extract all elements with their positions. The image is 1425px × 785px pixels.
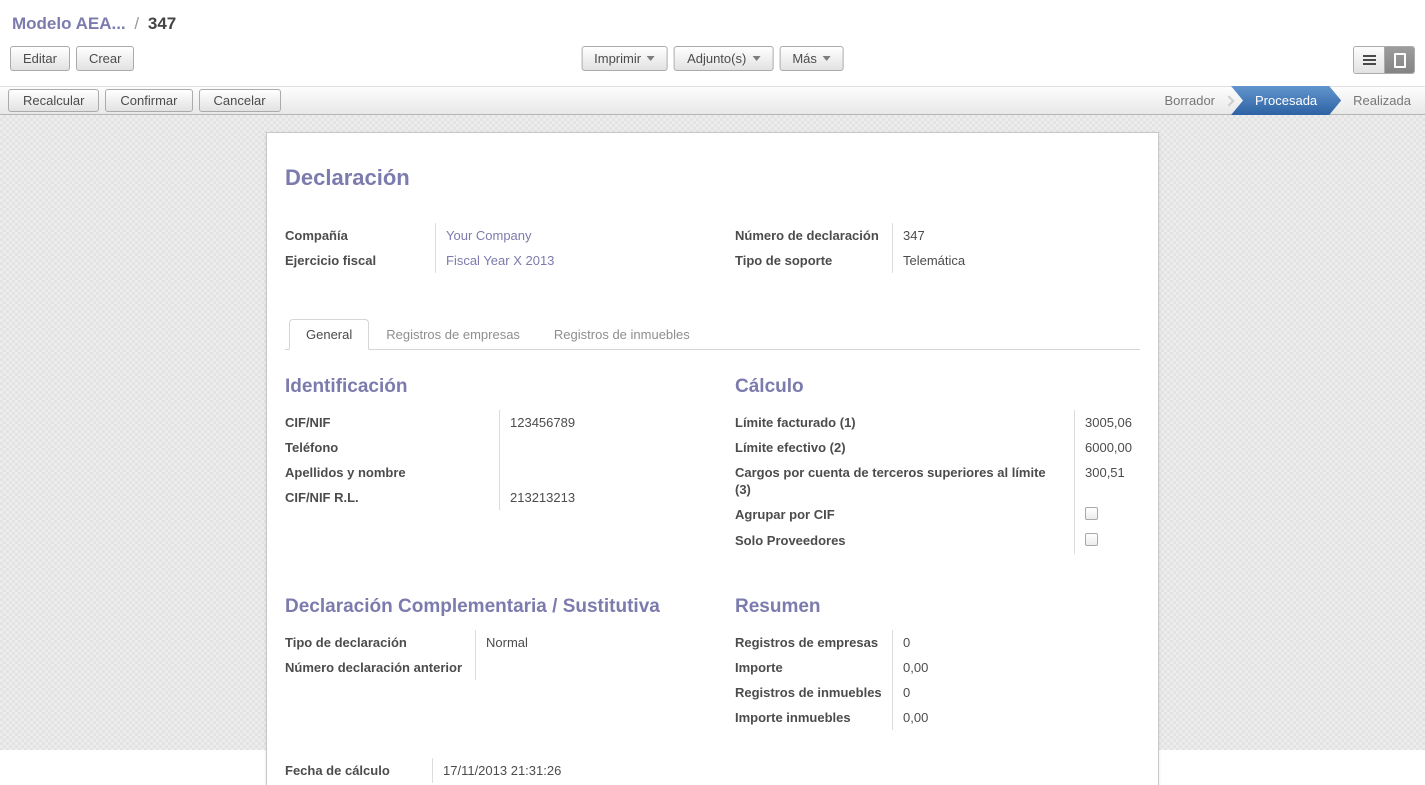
chevron-down-icon (752, 56, 760, 61)
limite-efectivo-value: 6000,00 (1074, 435, 1140, 460)
field-label-cargos-terceros: Cargos por cuenta de terceros superiores… (735, 460, 1074, 502)
tab-pane-general: Identificación CIF/NIF 123456789 Teléfon… (285, 350, 1140, 783)
page-title: Declaración (285, 165, 1140, 191)
screen: Modelo AEA... / 347 Editar Crear Imprimi… (0, 0, 1425, 750)
attachments-label: Adjunto(s) (687, 51, 746, 66)
confirm-button[interactable]: Confirmar (105, 89, 192, 112)
section-row-1: Identificación CIF/NIF 123456789 Teléfon… (285, 376, 1140, 554)
attachments-dropdown-button[interactable]: Adjunto(s) (674, 46, 773, 71)
agrupar-por-cif-checkbox[interactable] (1085, 507, 1098, 520)
field-label-limite-efectivo: Límite efectivo (2) (735, 435, 1074, 460)
field-label-numero-declaracion: Número de declaración (735, 223, 892, 248)
form-view-background: Declaración Compañía Your Company Ejerci… (0, 115, 1425, 750)
section-resumen: Resumen Registros de empresas 0 Importe … (735, 596, 1140, 730)
section-title-complementaria: Declaración Complementaria / Sustitutiva (285, 596, 723, 618)
form-view-icon (1394, 53, 1406, 68)
field-label-importe: Importe (735, 655, 892, 680)
form-sheet: Declaración Compañía Your Company Ejerci… (266, 132, 1159, 785)
field-label-registros-inmuebles: Registros de inmuebles (735, 680, 892, 705)
field-label-fecha-calculo: Fecha de cálculo (285, 758, 432, 783)
field-label-telefono: Teléfono (285, 435, 499, 460)
sidebar-buttons: Imprimir Adjunto(s) Más (581, 46, 844, 71)
cancel-button[interactable]: Cancelar (199, 89, 281, 112)
declaration-number-value: 347 (892, 223, 1140, 248)
record-buttons: Editar Crear (10, 46, 134, 71)
registros-inmuebles-value: 0 (892, 680, 1140, 705)
section-identificacion: Identificación CIF/NIF 123456789 Teléfon… (285, 376, 723, 554)
tipo-declaracion-value: Normal (475, 630, 723, 655)
list-view-icon (1363, 55, 1376, 65)
view-switcher (1353, 46, 1415, 74)
cif-nif-rl-value: 213213213 (499, 485, 723, 510)
field-label-registros-empresas: Registros de empresas (735, 630, 892, 655)
breadcrumb-parent-link[interactable]: Modelo AEA... (12, 14, 126, 33)
print-dropdown-button[interactable]: Imprimir (581, 46, 668, 71)
tab-registros-de-empresas[interactable]: Registros de empresas (369, 319, 537, 350)
field-label-ejercicio-fiscal: Ejercicio fiscal (285, 248, 435, 273)
breadcrumb: Modelo AEA... / 347 (10, 10, 1415, 46)
print-label: Imprimir (594, 51, 641, 66)
more-label: Más (792, 51, 817, 66)
section-title-calculo: Cálculo (735, 376, 1140, 398)
field-label-importe-inmuebles: Importe inmuebles (735, 705, 892, 730)
breadcrumb-separator: / (130, 14, 143, 33)
cif-nif-value: 123456789 (499, 410, 723, 435)
chevron-down-icon (823, 56, 831, 61)
form-statusbar-row: Recalcular Confirmar Cancelar Borrador P… (0, 86, 1425, 115)
tab-general[interactable]: General (289, 319, 369, 350)
chevron-down-icon (647, 56, 655, 61)
field-label-compania: Compañía (285, 223, 435, 248)
fiscal-year-link[interactable]: Fiscal Year X 2013 (446, 253, 554, 268)
registros-empresas-value: 0 (892, 630, 1140, 655)
support-type-value: Telemática (892, 248, 1140, 273)
limite-facturado-value: 3005,06 (1074, 410, 1140, 435)
solo-proveedores-checkbox[interactable] (1085, 533, 1098, 546)
apellidos-value (499, 460, 723, 485)
create-button[interactable]: Crear (76, 46, 135, 71)
control-panel: Modelo AEA... / 347 Editar Crear Imprimi… (0, 0, 1425, 86)
importe-inmuebles-value: 0,00 (892, 705, 1140, 730)
workflow-buttons: Recalcular Confirmar Cancelar (8, 89, 281, 112)
field-label-apellidos-y-nombre: Apellidos y nombre (285, 460, 499, 485)
numero-anterior-value (475, 655, 723, 680)
section-calculo: Cálculo Límite facturado (1) 3005,06 Lím… (735, 376, 1140, 554)
section-title-resumen: Resumen (735, 596, 1140, 618)
notebook-tabs: General Registros de empresas Registros … (285, 319, 1140, 350)
top-field-groups: Compañía Your Company Ejercicio fiscal F… (285, 223, 1140, 273)
field-label-limite-facturado: Límite facturado (1) (735, 410, 1074, 435)
telefono-value (499, 435, 723, 460)
importe-value: 0,00 (892, 655, 1140, 680)
status-realizada: Realizada (1339, 86, 1425, 115)
company-link[interactable]: Your Company (446, 228, 532, 243)
field-label-solo-proveedores: Solo Proveedores (735, 528, 1074, 554)
form-view-button[interactable] (1384, 47, 1414, 73)
more-dropdown-button[interactable]: Más (779, 46, 844, 71)
field-label-agrupar-por-cif: Agrupar por CIF (735, 502, 1074, 528)
field-label-cif-nif: CIF/NIF (285, 410, 499, 435)
list-view-button[interactable] (1354, 47, 1384, 73)
recalculate-button[interactable]: Recalcular (8, 89, 99, 112)
field-label-tipo-declaracion: Tipo de declaración (285, 630, 475, 655)
field-label-cif-nif-rl: CIF/NIF R.L. (285, 485, 499, 510)
section-row-2: Declaración Complementaria / Sustitutiva… (285, 596, 1140, 730)
status-borrador: Borrador (1150, 86, 1229, 115)
section-complementaria: Declaración Complementaria / Sustitutiva… (285, 596, 723, 730)
header-buttons-row: Editar Crear Imprimir Adjunto(s) Más (10, 46, 1415, 86)
tab-registros-de-inmuebles[interactable]: Registros de inmuebles (537, 319, 707, 350)
section-title-identificacion: Identificación (285, 376, 723, 398)
footer-field-row: Fecha de cálculo 17/11/2013 21:31:26 (285, 758, 1140, 783)
fecha-calculo-value: 17/11/2013 21:31:26 (432, 758, 723, 783)
breadcrumb-current: 347 (148, 14, 176, 33)
status-procesada-badge: Procesada (1231, 86, 1341, 115)
cargos-terceros-value: 300,51 (1074, 460, 1140, 502)
field-label-tipo-soporte: Tipo de soporte (735, 248, 892, 273)
edit-button[interactable]: Editar (10, 46, 70, 71)
status-indicator: Borrador Procesada Realizada (1150, 86, 1425, 115)
field-label-numero-declaracion-anterior: Número declaración anterior (285, 655, 475, 680)
